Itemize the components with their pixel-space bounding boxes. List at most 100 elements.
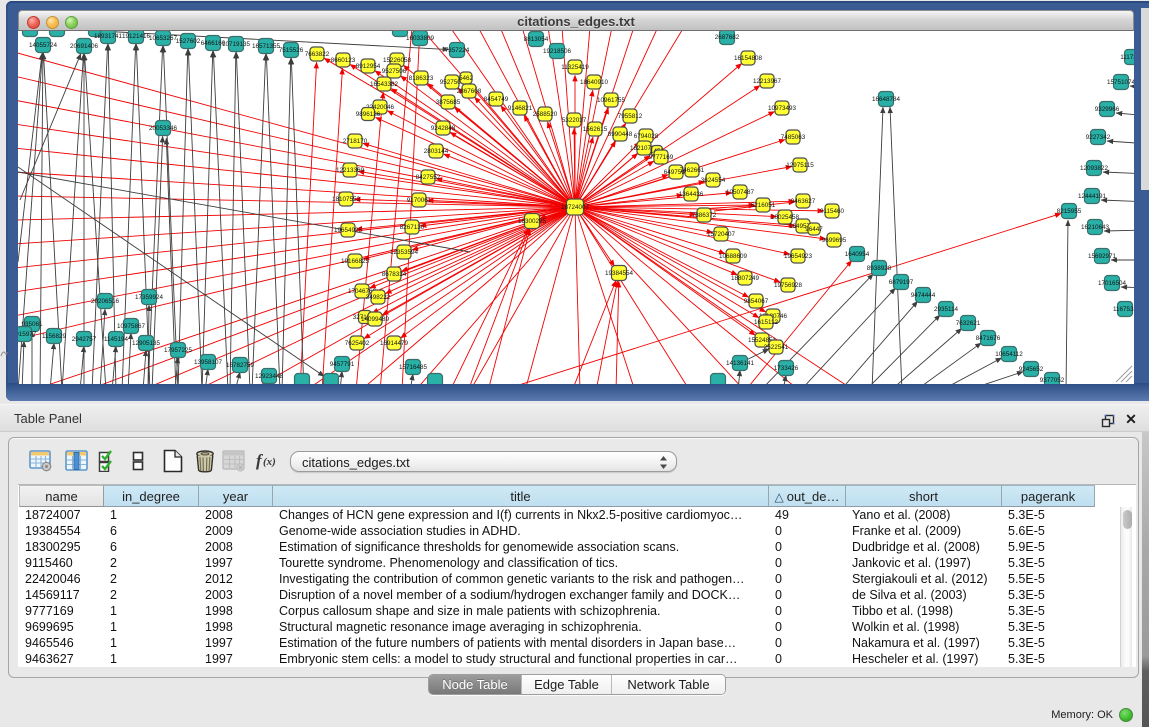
graph-node[interactable]: 2718170 (343, 134, 368, 148)
memory-status-indicator[interactable] (1119, 708, 1133, 722)
graph-node[interactable]: 6879197 (889, 275, 914, 290)
show-column-button[interactable] (65, 449, 88, 477)
graph-node[interactable]: 7357224 (445, 43, 470, 58)
float-panel-icon[interactable] (1101, 414, 1115, 428)
graph-node[interactable]: 2803144 (424, 144, 449, 158)
graph-node[interactable]: 8990448 (608, 127, 633, 141)
column-header-outde[interactable]: △out_de… (769, 485, 846, 507)
column-header-year[interactable]: year (199, 485, 273, 507)
row-height-button[interactable] (132, 449, 144, 477)
graph-node[interactable]: 9377052 (1040, 373, 1065, 385)
graph-node[interactable]: 7515526 (279, 43, 304, 58)
graph-node[interactable]: 16154808 (734, 51, 763, 65)
graph-node[interactable]: 8678334 (382, 267, 407, 281)
graph-node[interactable]: 1640954 (845, 247, 870, 262)
graph-node[interactable]: 9170061 (407, 193, 432, 207)
graph-node[interactable]: 19384554 (605, 266, 634, 281)
graph-node[interactable]: 2942757 (72, 332, 97, 347)
close-panel-icon[interactable]: ✕ (1123, 411, 1139, 427)
table-row[interactable]: 969969511998Structural magnetic resonanc… (18, 619, 1119, 635)
graph-node[interactable]: 8660123 (331, 53, 356, 67)
graph-node[interactable]: 10025458 (771, 210, 800, 224)
graph-node[interactable]: 2687682 (715, 31, 740, 45)
graph-node[interactable]: 19756928 (774, 278, 803, 292)
graph-node[interactable]: 9227342 (1086, 130, 1111, 145)
graph-node[interactable]: 12353594 (390, 245, 419, 259)
graph-node[interactable] (23, 31, 38, 37)
graph-node[interactable]: 14055724 (29, 38, 58, 53)
graph-node[interactable]: 2935114 (934, 302, 959, 317)
tab-node-table[interactable]: Node Table (429, 675, 522, 694)
graph-node[interactable] (428, 374, 443, 385)
graph-node[interactable]: 9146821 (508, 101, 533, 115)
graph-node[interactable]: 9463627 (791, 194, 816, 208)
graph-node[interactable]: 9329966 (1095, 102, 1120, 117)
graph-node[interactable]: 1364436 (679, 187, 704, 201)
graph-node[interactable]: 1167533 (1113, 302, 1134, 317)
tab-network-table[interactable]: Network Table (612, 675, 725, 694)
graph-node[interactable]: 1145194 (104, 332, 129, 347)
graph-node[interactable]: 10653267 (149, 31, 178, 46)
table-row[interactable]: 946554611997Estimation of the future num… (18, 635, 1119, 651)
delete-table-button[interactable] (222, 449, 245, 477)
graph-node[interactable]: 20206516 (91, 294, 120, 309)
graph-node[interactable]: 15692971 (1088, 249, 1117, 264)
graph-node[interactable]: 9699695 (822, 233, 847, 247)
graph-node[interactable]: 17016504 (1098, 276, 1127, 291)
delete-column-button[interactable] (193, 449, 217, 478)
table-row[interactable]: 1872400712008Changes of HCN gene express… (18, 507, 1119, 523)
graph-node[interactable]: 15751074 (1107, 75, 1134, 90)
graph-node[interactable]: 9457791 (330, 357, 355, 372)
graph-node[interactable]: 13958107 (194, 355, 223, 370)
graph-node[interactable]: 96447 (805, 223, 823, 235)
table-selector-dropdown[interactable]: citations_edges.txt (290, 451, 677, 472)
graph-node[interactable]: 16543382 (370, 77, 399, 91)
graph-node[interactable]: 16648784 (872, 92, 901, 107)
column-header-pagerank[interactable]: pagerank (1002, 485, 1095, 507)
graph-node[interactable]: 7632621 (956, 316, 981, 331)
graph-node[interactable]: 18931741 (94, 31, 123, 44)
table-mode-button[interactable] (29, 449, 53, 477)
view-resize-grip[interactable] (1116, 366, 1132, 382)
graph-node[interactable]: 12093822 (1080, 161, 1109, 176)
graph-node[interactable] (50, 31, 65, 37)
graph-node[interactable]: 7955812 (618, 109, 643, 123)
table-row[interactable]: 1938455462009Genome-wide association stu… (18, 523, 1119, 539)
select-columns-button[interactable] (98, 449, 118, 477)
graph-node[interactable]: 18640910 (580, 75, 609, 89)
network-window-titlebar[interactable]: citations_edges.txt (18, 10, 1134, 31)
graph-node[interactable] (295, 374, 310, 385)
graph-node[interactable]: 8427552 (416, 170, 441, 184)
graph-node[interactable]: 12444191 (1078, 189, 1107, 204)
graph-node[interactable]: 19654925 (334, 223, 363, 237)
graph-node[interactable]: 7485063 (781, 130, 806, 144)
graph-node[interactable]: 8938928 (867, 261, 892, 276)
graph-node[interactable]: 10507487 (726, 185, 755, 199)
new-column-button[interactable] (161, 449, 184, 478)
table-row[interactable]: 977716911998Corpus callosum shape and si… (18, 603, 1119, 619)
graph-node[interactable]: 10961755 (597, 93, 626, 107)
graph-node[interactable]: 8471676 (976, 331, 1001, 346)
graph-node[interactable] (324, 374, 339, 385)
tab-edge-table[interactable]: Edge Table (522, 675, 612, 694)
table-row[interactable]: 911546021997Tourette syndrome. Phenomeno… (18, 555, 1119, 571)
graph-node[interactable]: 20053346 (149, 121, 178, 136)
graph-node[interactable]: 8215955 (1057, 204, 1082, 219)
graph-node[interactable]: 12213967 (753, 74, 782, 88)
table-row[interactable]: 2242004622012Investigating the contribut… (18, 571, 1119, 587)
column-header-short[interactable]: short (846, 485, 1002, 507)
table-row[interactable]: 1456911722003Disruption of a novel membe… (18, 587, 1119, 603)
column-header-name[interactable]: name (19, 485, 104, 507)
scrollbar-thumb[interactable] (1123, 510, 1132, 529)
network-canvas[interactable]: 1405572420691406189317411912141610653267… (18, 31, 1134, 384)
graph-node[interactable]: 18107553 (332, 192, 361, 206)
graph-node[interactable]: 19166825 (341, 254, 370, 268)
table-row[interactable]: 1830029562008Estimation of significance … (18, 539, 1119, 555)
graph-node[interactable]: 19121416 (122, 31, 151, 44)
graph-node[interactable] (711, 374, 726, 385)
graph-node[interactable]: 5462 (459, 72, 474, 84)
column-header-indegree[interactable]: in_degree (104, 485, 199, 507)
graph-node[interactable]: 3875685 (436, 95, 461, 109)
graph-node[interactable]: 8267130 (400, 220, 425, 234)
graph-node[interactable]: 12975115 (786, 158, 814, 172)
